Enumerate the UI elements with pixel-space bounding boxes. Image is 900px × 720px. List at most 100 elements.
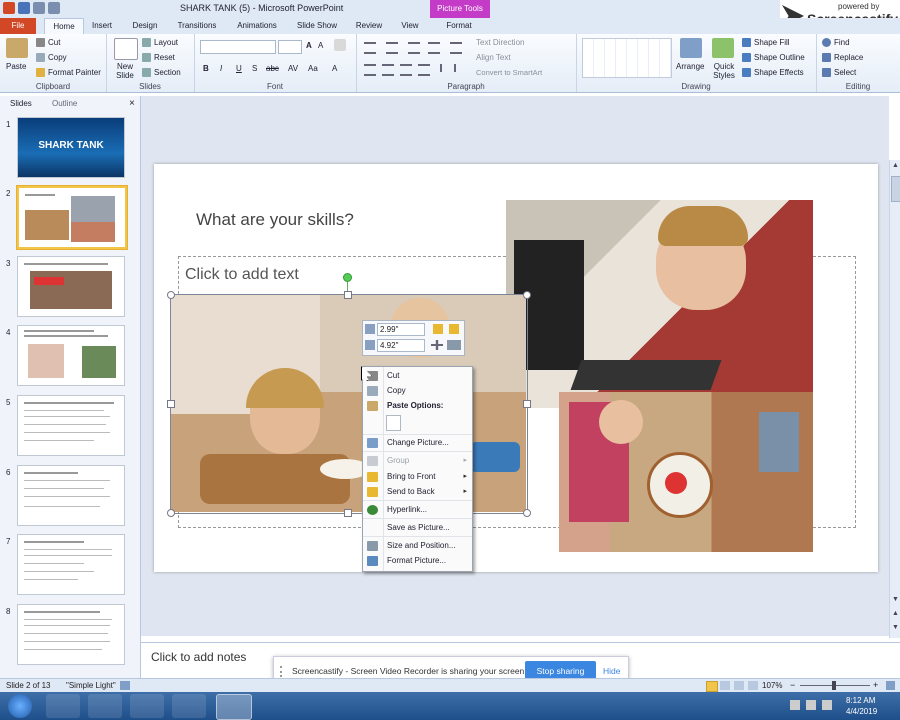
shape-fill-button[interactable]: Shape Fill — [742, 38, 790, 48]
cut-button[interactable]: Cut — [36, 38, 60, 48]
resize-handle[interactable] — [167, 291, 175, 299]
resize-handle[interactable] — [523, 400, 531, 408]
convert-smartart-button[interactable]: Convert to SmartArt — [476, 68, 542, 77]
section-button[interactable]: Section — [142, 68, 181, 78]
shape-outline-button[interactable]: Shape Outline — [742, 53, 805, 63]
undo-icon[interactable] — [33, 2, 45, 14]
underline-button[interactable]: U — [236, 64, 242, 73]
slide-thumbnail-4[interactable] — [17, 325, 125, 386]
zoom-in-icon[interactable]: + — [873, 680, 878, 690]
tab-slides-pane[interactable]: Slides — [10, 98, 32, 110]
clock-time[interactable]: 8:12 AM — [846, 696, 875, 705]
file-explorer-icon[interactable] — [88, 694, 122, 718]
resize-handle[interactable] — [167, 509, 175, 517]
scroll-up-icon[interactable]: ▲ — [892, 162, 899, 169]
reading-view-icon[interactable] — [734, 681, 744, 690]
chrome-icon[interactable] — [172, 694, 206, 718]
spell-check-icon[interactable] — [120, 681, 130, 690]
increase-indent-icon[interactable] — [428, 42, 440, 54]
resize-handle[interactable] — [523, 509, 531, 517]
resize-handle[interactable] — [167, 400, 175, 408]
slide-thumbnail-7[interactable] — [17, 534, 125, 595]
vertical-scrollbar[interactable]: ▲ ▼ ▲ ▼ — [889, 160, 900, 638]
hide-button[interactable]: Hide — [603, 666, 620, 676]
copy-button[interactable]: Copy — [36, 53, 67, 63]
tab-review[interactable]: Review — [350, 18, 388, 34]
strike-button[interactable]: abc — [266, 64, 279, 73]
quick-styles-button[interactable]: Quick Styles — [710, 62, 738, 80]
tab-animations[interactable]: Animations — [230, 18, 284, 34]
tab-transitions[interactable]: Transitions — [170, 18, 224, 34]
font-name-input[interactable] — [200, 40, 276, 54]
scroll-down-icon[interactable]: ▼ — [892, 596, 899, 603]
zoom-level[interactable]: 107% — [762, 681, 782, 690]
save-icon[interactable] — [18, 2, 30, 14]
font-color-button[interactable]: A — [332, 64, 337, 73]
media-player-icon[interactable] — [130, 694, 164, 718]
slide-thumbnail-2[interactable] — [17, 186, 127, 249]
menu-item-hyperlink[interactable]: Hyperlink... — [387, 505, 427, 514]
new-slide-button[interactable]: New Slide — [112, 62, 138, 80]
bold-button[interactable]: B — [203, 64, 209, 73]
paste-keep-format-icon[interactable] — [386, 415, 401, 431]
paste-button[interactable]: Paste — [6, 62, 26, 71]
redo-icon[interactable] — [48, 2, 60, 14]
menu-item-size-position[interactable]: Size and Position... — [387, 541, 455, 550]
volume-icon[interactable] — [822, 700, 832, 710]
justify-icon[interactable] — [418, 64, 430, 76]
align-center-icon[interactable] — [382, 64, 394, 76]
powerpoint-taskbar-icon[interactable] — [216, 694, 252, 720]
picture-style-icon[interactable] — [447, 340, 461, 350]
zoom-slider-thumb[interactable] — [832, 681, 836, 690]
close-pane-icon[interactable]: × — [129, 98, 135, 110]
send-backward-icon[interactable] — [449, 324, 459, 334]
layout-button[interactable]: Layout — [142, 38, 178, 48]
slide-thumbnail-6[interactable] — [17, 465, 125, 526]
text-direction-button[interactable]: Text Direction — [476, 38, 524, 47]
tab-home[interactable]: Home — [44, 18, 84, 34]
menu-item-bring-to-front[interactable]: Bring to Front — [387, 472, 435, 481]
slide-thumbnail-5[interactable] — [17, 395, 125, 456]
bring-forward-icon[interactable] — [433, 324, 443, 334]
shapes-gallery[interactable] — [582, 38, 672, 78]
tab-design[interactable]: Design — [126, 18, 164, 34]
menu-item-cut[interactable]: Cut — [387, 371, 399, 380]
shrink-font-button[interactable]: A — [318, 41, 323, 50]
next-slide-icon[interactable]: ▼ — [892, 624, 899, 631]
columns-icon[interactable] — [440, 64, 456, 72]
replace-button[interactable]: Replace — [822, 53, 863, 63]
zoom-out-icon[interactable]: − — [790, 680, 795, 690]
fit-slide-icon[interactable] — [886, 681, 895, 690]
picture-height-input[interactable]: 2.99" — [377, 323, 425, 336]
tab-view[interactable]: View — [393, 18, 427, 34]
numbering-icon[interactable] — [386, 42, 398, 54]
align-right-icon[interactable] — [400, 64, 412, 76]
change-case-button[interactable]: Aa — [308, 64, 318, 73]
resize-handle[interactable] — [523, 291, 531, 299]
picture-boy-computer[interactable] — [506, 200, 813, 408]
menu-item-save-as-picture[interactable]: Save as Picture... — [387, 523, 450, 532]
reset-button[interactable]: Reset — [142, 53, 175, 63]
slide-sorter-icon[interactable] — [720, 681, 730, 690]
resize-handle[interactable] — [344, 509, 352, 517]
internet-explorer-icon[interactable] — [46, 694, 80, 718]
slide-thumbnail-8[interactable] — [17, 604, 125, 665]
slide-thumbnail-3[interactable] — [17, 256, 125, 317]
menu-item-copy[interactable]: Copy — [387, 386, 406, 395]
line-spacing-icon[interactable] — [450, 42, 462, 54]
bullets-icon[interactable] — [364, 42, 376, 54]
arrange-button[interactable]: Arrange — [676, 62, 704, 71]
font-size-input[interactable] — [278, 40, 302, 54]
prev-slide-icon[interactable]: ▲ — [892, 610, 899, 617]
picture-width-input[interactable]: 4.92" — [377, 339, 425, 352]
align-left-icon[interactable] — [364, 64, 376, 76]
clear-format-icon[interactable] — [334, 39, 346, 51]
slideshow-view-icon[interactable] — [748, 681, 758, 690]
format-painter-button[interactable]: Format Painter — [36, 68, 101, 78]
shape-effects-button[interactable]: Shape Effects — [742, 68, 804, 78]
tab-file[interactable]: File — [0, 18, 36, 34]
slide-thumbnail-1[interactable]: SHARK TANK — [17, 117, 125, 178]
menu-item-send-to-back[interactable]: Send to Back — [387, 487, 435, 496]
tab-slide-show[interactable]: Slide Show — [290, 18, 344, 34]
notes-placeholder[interactable]: Click to add notes — [151, 650, 246, 664]
